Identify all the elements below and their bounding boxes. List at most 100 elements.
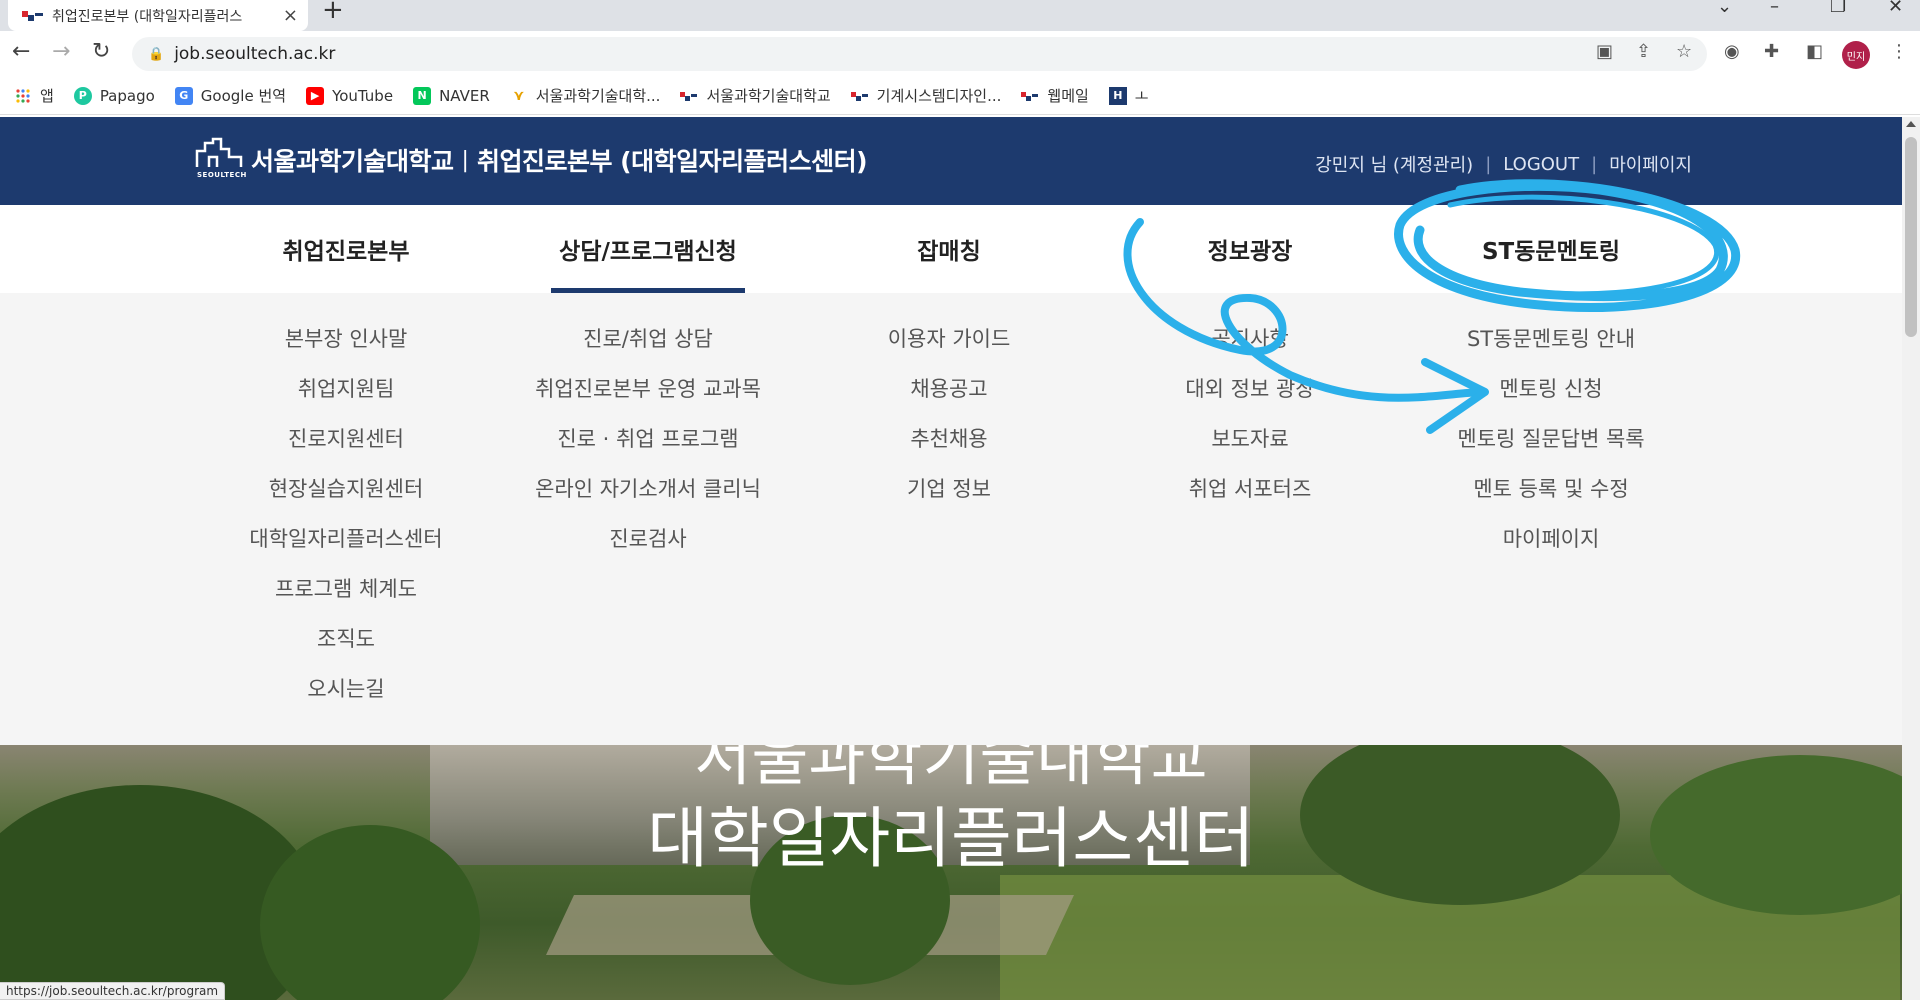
bookmark-label: Papago	[99, 86, 155, 105]
camera-icon[interactable]: ◉	[1724, 40, 1740, 64]
submenu-item[interactable]: 진로검사	[535, 527, 761, 577]
share-icon[interactable]: ⇪	[1636, 40, 1651, 64]
submenu-item[interactable]: 진로지원센터	[249, 427, 442, 477]
link-status-bar: https://job.seoultech.ac.kr/program	[0, 982, 226, 1000]
url-bar[interactable]: 🔒 job.seoultech.ac.kr	[132, 37, 1707, 71]
logo-sub: SEOULTECH	[197, 171, 247, 179]
bookmark-label: NAVER	[439, 86, 490, 105]
bookmark-mechanical-design[interactable]: 기계시스템디자인...	[850, 85, 1002, 106]
seoultech-icon	[680, 87, 698, 105]
submenu-item[interactable]: 대외 정보 광장	[1185, 377, 1314, 427]
bookmark-papago[interactable]: P Papago	[73, 86, 155, 105]
bookmark-label: 서울과학기술대학교	[706, 87, 831, 105]
submenu-item[interactable]: 멘토 등록 및 수정	[1457, 477, 1644, 527]
lock-icon: 🔒	[148, 46, 165, 62]
submenu-item[interactable]: 진로/취업 상담	[535, 327, 761, 377]
submenu-info-plaza: 공지사항 대외 정보 광장 보도자료 취업 서포터즈	[1185, 327, 1314, 527]
nav-item-counseling-program[interactable]: 상담/프로그램신청	[559, 232, 737, 266]
url-text: job.seoultech.ac.kr	[174, 44, 336, 64]
papago-icon: P	[73, 86, 92, 105]
submenu-item[interactable]: 추천채용	[888, 427, 1011, 477]
tab-close-icon[interactable]: ×	[283, 5, 298, 26]
account-link[interactable]: 강민지 님 (계정관리)	[1315, 151, 1473, 177]
logout-link[interactable]: LOGOUT	[1503, 154, 1579, 175]
restore-icon[interactable]: ❐	[1830, 0, 1846, 20]
close-window-icon[interactable]: ✕	[1888, 0, 1903, 20]
submenu-item[interactable]: 프로그램 체계도	[249, 577, 442, 627]
submenu-item[interactable]: 취업지원팀	[249, 377, 442, 427]
util-divider: |	[1591, 153, 1598, 175]
browser-tab[interactable]: 취업진로본부 (대학일자리플러스 ×	[8, 0, 308, 31]
nav-item-career-center[interactable]: 취업진로본부	[283, 232, 410, 266]
nav-item-job-matching[interactable]: 잡매칭	[917, 232, 980, 266]
bookmarks-bar: 앱 P Papago G Google 번역 ▶ YouTube N NAVER…	[0, 77, 1920, 115]
bookmark-label: Google 번역	[200, 87, 287, 105]
submenu-item[interactable]: 현장실습지원센터	[249, 477, 442, 527]
back-icon[interactable]: ←	[12, 40, 30, 64]
submenu-item[interactable]: 진로 · 취업 프로그램	[535, 427, 761, 477]
submenu-item[interactable]: 본부장 인사말	[249, 327, 442, 377]
scroll-thumb[interactable]	[1905, 137, 1917, 337]
submenu-item[interactable]: 멘토링 질문답변 목록	[1457, 427, 1644, 477]
bookmark-google-translate[interactable]: G Google 번역	[174, 85, 287, 106]
extensions-icon[interactable]: ✚	[1764, 40, 1779, 64]
main-navigation: 취업진로본부 상담/프로그램신청 잡매칭 정보광장 ST동문멘토링	[0, 205, 1902, 293]
logo-separator: |	[461, 147, 469, 173]
profile-avatar[interactable]: 민지	[1842, 41, 1870, 69]
submenu-item[interactable]: 이용자 가이드	[888, 327, 1011, 377]
submenu-item[interactable]: 채용공고	[888, 377, 1011, 427]
submenu-item[interactable]: 마이페이지	[1457, 527, 1644, 577]
bookmark-label: ㅗ	[1134, 87, 1149, 105]
page-scrollbar[interactable]	[1902, 117, 1920, 1000]
bookmark-label: YouTube	[332, 86, 394, 105]
forward-icon[interactable]: →	[52, 40, 70, 64]
scroll-up-arrow-icon[interactable]	[1906, 121, 1916, 127]
reload-icon[interactable]: ↻	[92, 40, 110, 64]
hero-title-line2: 대학일자리플러스센터	[647, 800, 1255, 877]
submenu-item[interactable]: 기업 정보	[888, 477, 1011, 527]
seoultech-icon	[1021, 87, 1039, 105]
seoultech-favicon-icon	[22, 9, 44, 23]
bookmark-star-icon[interactable]: ☆	[1676, 40, 1692, 64]
mega-menu: 본부장 인사말 취업지원팀 진로지원센터 현장실습지원센터 대학일자리플러스센터…	[0, 293, 1902, 745]
submenu-item[interactable]: 조직도	[249, 627, 442, 677]
bookmark-label: 기계시스템디자인...	[876, 87, 1002, 105]
utility-links: 강민지 님 (계정관리) | LOGOUT | 마이페이지	[1315, 151, 1692, 177]
site-logo[interactable]: SEOULTECH 서울과학기술대학교 | 취업진로본부 (대학일자리플러스센터…	[195, 137, 868, 183]
bookmark-naver[interactable]: N NAVER	[413, 86, 490, 105]
bookmark-label: 서울과학기술대학...	[535, 87, 661, 105]
submenu-item-mentoring-apply[interactable]: 멘토링 신청	[1457, 377, 1644, 427]
naver-icon: N	[413, 86, 432, 105]
install-icon[interactable]: ▣	[1596, 40, 1613, 64]
submenu-item[interactable]: 온라인 자기소개서 클리닉	[535, 477, 761, 527]
bookmark-seoultech-1[interactable]: ⋎ 서울과학기술대학...	[510, 85, 661, 106]
submenu-item[interactable]: 취업진로본부 운영 교과목	[535, 377, 761, 427]
bookmark-webmail[interactable]: 웹메일	[1021, 85, 1089, 106]
side-panel-icon[interactable]: ◧	[1806, 40, 1823, 64]
bookmark-apps[interactable]: 앱	[14, 85, 54, 106]
nav-item-st-mentoring[interactable]: ST동문멘토링	[1482, 232, 1620, 266]
mypage-link[interactable]: 마이페이지	[1609, 151, 1692, 177]
tab-search-icon[interactable]: ⌄	[1717, 0, 1732, 20]
seoultech-icon	[850, 87, 869, 105]
tab-title: 취업진로본부 (대학일자리플러스	[52, 8, 243, 25]
nav-item-info-plaza[interactable]: 정보광장	[1208, 232, 1293, 266]
address-toolbar: ← → ↻ 🔒 job.seoultech.ac.kr ▣ ⇪ ☆ ◉ ✚ ◧ …	[0, 31, 1920, 77]
bookmark-youtube[interactable]: ▶ YouTube	[306, 86, 394, 105]
bookmark-h[interactable]: H ㅗ	[1108, 85, 1149, 106]
seoultech-logo-icon: SEOULTECH	[195, 137, 247, 183]
submenu-item[interactable]: 대학일자리플러스센터	[249, 527, 442, 577]
submenu-item[interactable]: 공지사항	[1185, 327, 1314, 377]
university-name: 서울과학기술대학교	[251, 147, 454, 176]
submenu-item[interactable]: 취업 서포터즈	[1185, 477, 1314, 527]
bookmark-seoultech-2[interactable]: 서울과학기술대학교	[680, 85, 831, 106]
google-translate-icon: G	[174, 86, 193, 105]
submenu-career-center: 본부장 인사말 취업지원팀 진로지원센터 현장실습지원센터 대학일자리플러스센터…	[249, 327, 442, 727]
menu-kebab-icon[interactable]: ⋮	[1890, 40, 1908, 64]
minimize-icon[interactable]: –	[1770, 0, 1779, 20]
submenu-item[interactable]: 오시는길	[249, 677, 442, 727]
submenu-item[interactable]: ST동문멘토링 안내	[1457, 327, 1644, 377]
submenu-item[interactable]: 보도자료	[1185, 427, 1314, 477]
new-tab-button[interactable]: +	[322, 0, 344, 23]
site-header: SEOULTECH 서울과학기술대학교 | 취업진로본부 (대학일자리플러스센터…	[0, 117, 1902, 205]
